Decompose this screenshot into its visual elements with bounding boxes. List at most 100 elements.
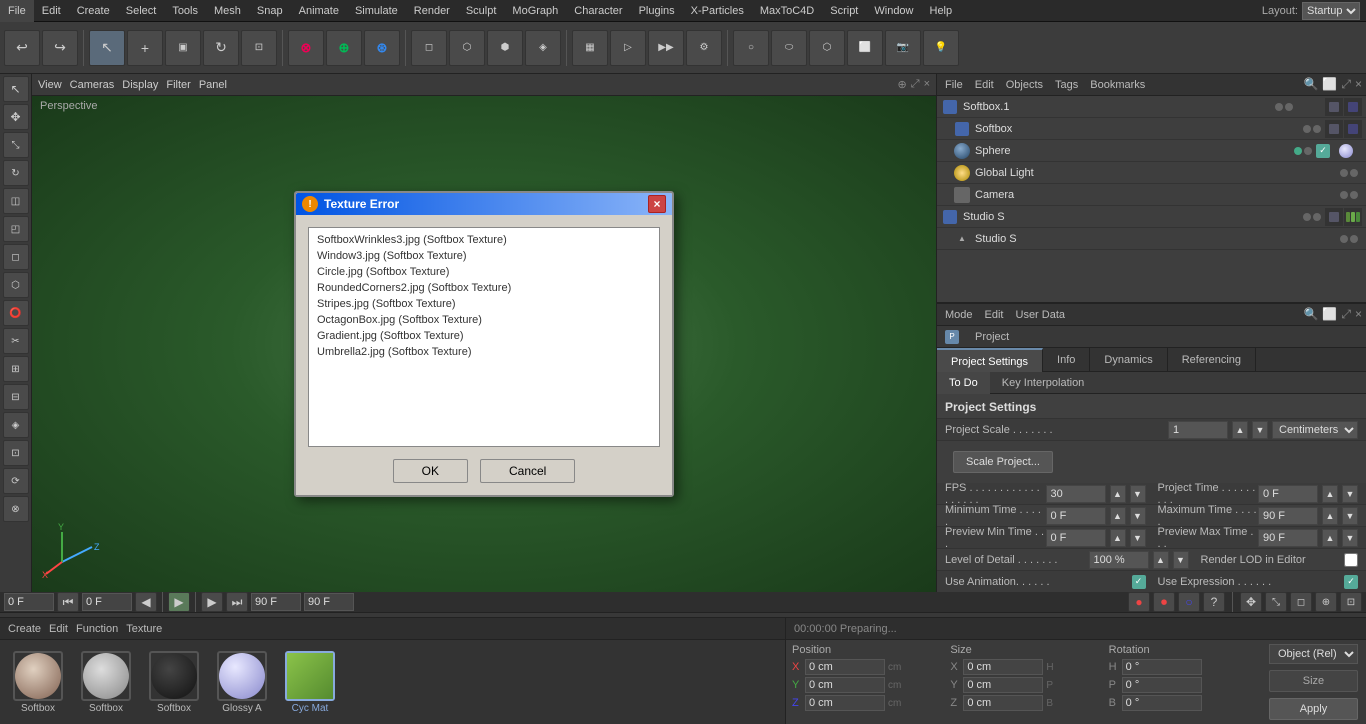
- sidebar-rotate-btn[interactable]: ↻: [3, 160, 29, 186]
- mat-preview-softbox2[interactable]: [81, 651, 131, 701]
- coord-z-input[interactable]: [805, 695, 885, 711]
- sidebar-t2-btn[interactable]: ◰: [3, 216, 29, 242]
- bot-texture[interactable]: Texture: [126, 623, 162, 635]
- obj-close-icon[interactable]: ×: [1355, 77, 1362, 92]
- tl-btn-play[interactable]: ▶: [168, 592, 190, 612]
- fps-spin-down[interactable]: ▼: [1130, 485, 1146, 503]
- sidebar-t8-btn[interactable]: ⊟: [3, 384, 29, 410]
- tab-referencing[interactable]: Referencing: [1168, 348, 1256, 372]
- sidebar-t3-btn[interactable]: ◻: [3, 244, 29, 270]
- menu-select[interactable]: Select: [118, 0, 165, 22]
- menu-window[interactable]: Window: [866, 0, 921, 22]
- object-rel-select[interactable]: Object (Rel) World: [1269, 644, 1358, 664]
- preview-max-spin-down[interactable]: ▼: [1342, 529, 1358, 547]
- dialog-cancel-button[interactable]: Cancel: [480, 459, 575, 483]
- project-time-spin-up[interactable]: ▲: [1322, 485, 1338, 503]
- camera-tb-button[interactable]: 📷: [885, 30, 921, 66]
- objects-bookmarks-btn[interactable]: Bookmarks: [1086, 79, 1149, 91]
- menu-snap[interactable]: Snap: [249, 0, 291, 22]
- attr-search-icon[interactable]: 🔍: [1303, 307, 1318, 322]
- coord-sz-input[interactable]: [963, 695, 1043, 711]
- cube-button[interactable]: ▣: [165, 30, 201, 66]
- attr-expand-icon[interactable]: ⤢: [1341, 307, 1351, 322]
- bot-function[interactable]: Function: [76, 623, 118, 635]
- viewport-panel-tab[interactable]: Panel: [199, 79, 227, 91]
- project-scale-input[interactable]: [1168, 421, 1228, 439]
- nurbs-button[interactable]: ⬭: [771, 30, 807, 66]
- objects-edit-btn[interactable]: Edit: [971, 79, 998, 91]
- coord-rx-input[interactable]: [1122, 659, 1202, 675]
- viewport-display-tab[interactable]: Display: [122, 79, 158, 91]
- timeline-current-frame[interactable]: [4, 593, 54, 611]
- coord-sx-input[interactable]: [963, 659, 1043, 675]
- mat-preview-glossy[interactable]: [217, 651, 267, 701]
- menu-xparticles[interactable]: X-Particles: [683, 0, 752, 22]
- menu-sculpt[interactable]: Sculpt: [458, 0, 505, 22]
- lod-spin-up[interactable]: ▲: [1153, 551, 1169, 569]
- preview-max-input[interactable]: [1258, 529, 1318, 547]
- deform-button[interactable]: ◈: [525, 30, 561, 66]
- subtab-todo[interactable]: To Do: [937, 372, 990, 394]
- dialog-close-button[interactable]: ×: [648, 195, 666, 213]
- add-button[interactable]: +: [127, 30, 163, 66]
- render-region-button[interactable]: ▦: [572, 30, 608, 66]
- axis-y-button[interactable]: ⊕: [326, 30, 362, 66]
- coord-sy-input[interactable]: [963, 677, 1043, 693]
- sidebar-move-btn[interactable]: ✥: [3, 104, 29, 130]
- axis-x-button[interactable]: ⊗: [288, 30, 324, 66]
- project-time-input[interactable]: [1258, 485, 1318, 503]
- objects-file-btn[interactable]: File: [941, 79, 967, 91]
- menu-render[interactable]: Render: [406, 0, 458, 22]
- preview-max-spin-up[interactable]: ▲: [1322, 529, 1338, 547]
- coord-x-input[interactable]: [805, 659, 885, 675]
- sidebar-t12-btn[interactable]: ⊗: [3, 496, 29, 522]
- tab-info[interactable]: Info: [1043, 348, 1090, 372]
- preview-min-input[interactable]: [1046, 529, 1106, 547]
- vp-icon-2[interactable]: ⤢: [911, 78, 920, 91]
- min-time-spin-down[interactable]: ▼: [1130, 507, 1146, 525]
- max-time-input[interactable]: [1258, 507, 1318, 525]
- refresh-button[interactable]: ↻: [203, 30, 239, 66]
- project-time-spin-down[interactable]: ▼: [1342, 485, 1358, 503]
- sidebar-t11-btn[interactable]: ⟳: [3, 468, 29, 494]
- obj-expand-icon[interactable]: ⤢: [1341, 77, 1351, 92]
- fps-input[interactable]: [1046, 485, 1106, 503]
- tl-zoom-btn[interactable]: ⊕: [1315, 592, 1337, 612]
- menu-create[interactable]: Create: [69, 0, 118, 22]
- attr-mode-btn[interactable]: Mode: [941, 309, 977, 321]
- layout-select[interactable]: Startup: [1302, 2, 1360, 20]
- mat-preview-softbox1[interactable]: [13, 651, 63, 701]
- coord-rz-input[interactable]: [1122, 695, 1202, 711]
- lod-input[interactable]: [1089, 551, 1149, 569]
- menu-simulate[interactable]: Simulate: [347, 0, 406, 22]
- select-tool-button[interactable]: ↖: [89, 30, 125, 66]
- tab-dynamics[interactable]: Dynamics: [1090, 348, 1167, 372]
- render-lod-checkbox[interactable]: [1344, 553, 1358, 567]
- min-time-input[interactable]: [1046, 507, 1106, 525]
- tl-record-btn[interactable]: ●: [1128, 592, 1150, 612]
- obj-row-softbox1[interactable]: Softbox.1: [937, 96, 1366, 118]
- subdivide-button[interactable]: ⬢: [487, 30, 523, 66]
- obj-row-studios-child[interactable]: ▲ Studio S: [937, 228, 1366, 250]
- lod-spin-down[interactable]: ▼: [1173, 551, 1189, 569]
- tl-autokey-btn[interactable]: ⏺: [1153, 592, 1175, 612]
- mat-preview-cyc[interactable]: [285, 651, 335, 701]
- attr-close-icon[interactable]: ×: [1355, 307, 1362, 322]
- obj-home-icon[interactable]: ⬜: [1322, 77, 1337, 92]
- menu-character[interactable]: Character: [566, 0, 630, 22]
- redo-button[interactable]: ↪: [42, 30, 78, 66]
- fps-spin-up[interactable]: ▲: [1110, 485, 1126, 503]
- tl-btn-prev[interactable]: ◀: [135, 592, 157, 612]
- preview-min-spin-down[interactable]: ▼: [1130, 529, 1146, 547]
- max-time-spin-up[interactable]: ▲: [1322, 507, 1338, 525]
- sidebar-t1-btn[interactable]: ◫: [3, 188, 29, 214]
- coord-ry-input[interactable]: [1122, 677, 1202, 693]
- obj-row-softbox[interactable]: Softbox: [937, 118, 1366, 140]
- menu-maxtoc4d[interactable]: MaxToC4D: [752, 0, 822, 22]
- menu-edit[interactable]: Edit: [34, 0, 69, 22]
- menu-tools[interactable]: Tools: [164, 0, 206, 22]
- tl-motion-btn[interactable]: ○: [1178, 592, 1200, 612]
- attr-userdata-btn[interactable]: User Data: [1012, 309, 1070, 321]
- tl-btn-end[interactable]: ⏭: [226, 592, 248, 612]
- obj-row-sphere[interactable]: Sphere ✓: [937, 140, 1366, 162]
